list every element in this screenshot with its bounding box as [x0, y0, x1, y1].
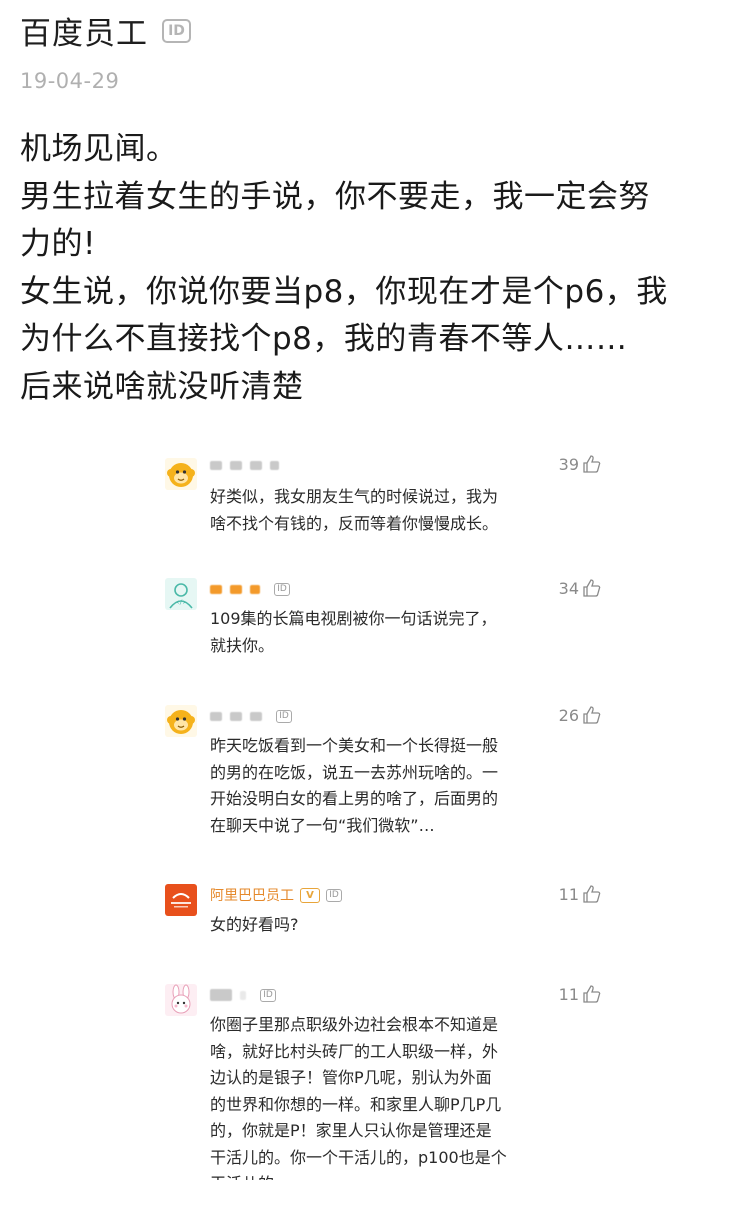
comment-line: 109集的长篇电视剧被你一句话说完了， — [210, 609, 497, 628]
comment-line: 在聊天中说了一句“我们微软”… — [210, 815, 435, 835]
like-button[interactable]: 39 — [559, 454, 602, 474]
post-body: 机场见闻。 男生拉着女生的手说，你不要走，我一定会努 力的! 女生说，你说你要当… — [20, 126, 720, 411]
comment-line: 边认的是银子！管你P几呢，别认为外面 — [210, 1068, 492, 1087]
comment-line: 啥不找个有钱的，反而等着你慢慢成长。 — [210, 513, 499, 533]
svg-text:</>: </> — [176, 599, 187, 606]
post-line: 为什么不直接找个p8，我的青春不等人…… — [20, 321, 628, 357]
like-count: 26 — [558, 705, 579, 725]
id-badge-icon: ID — [260, 988, 276, 1002]
comment-line: 干活儿的 — [210, 1171, 545, 1180]
user-avatar-icon[interactable]: </> — [165, 578, 197, 610]
thumbs-up-icon — [583, 706, 601, 724]
author-row: 百度员工 ID — [20, 8, 191, 53]
comment-username[interactable]: ID — [210, 580, 290, 598]
thumbs-up-icon — [583, 455, 601, 473]
post-line: 机场见闻。 — [20, 131, 178, 167]
comment-text: 昨天吃饭看到一个美女和一个长得挺一般 的男的在吃饭，说五一去苏州玩啥的。一 开始… — [210, 733, 540, 839]
like-button[interactable]: 11 — [559, 984, 602, 1004]
verified-badge-icon: V — [300, 887, 320, 903]
like-count: 39 — [558, 454, 579, 474]
alibaba-avatar-icon[interactable] — [165, 884, 197, 916]
comment-line: 你圈子里那点职级外边社会根本不知道是 — [210, 1015, 499, 1034]
id-badge-icon: ID — [276, 709, 292, 723]
comment-line: 女的好看吗? — [210, 915, 299, 934]
thumbs-up-icon — [583, 985, 601, 1003]
comment-text: 你圈子里那点职级外边社会根本不知道是 啥，就好比村头砖厂的工人职级一样，外 边认… — [210, 1012, 545, 1180]
post-date: 19-04-29 — [20, 69, 120, 93]
comment-line: 的男的在吃饭，说五一去苏州玩啥的。一 — [210, 762, 499, 782]
like-button[interactable]: 34 — [559, 578, 602, 598]
comment-text: 女的好看吗? — [210, 912, 540, 939]
id-badge-icon: ID — [326, 888, 342, 902]
monkey-avatar-icon[interactable] — [165, 705, 197, 737]
comment-line: 干活儿的。你一个干活儿的，p100也是个 — [210, 1147, 507, 1167]
comment-line: 啥，就好比村头砖厂的工人职级一样，外 — [210, 1041, 499, 1061]
comment-line: 的世界和你想的一样。和家里人聊P几P几 — [210, 1094, 502, 1114]
monkey-avatar-icon[interactable] — [165, 458, 197, 490]
comment-username[interactable]: 阿里巴巴员工 V ID — [210, 886, 342, 904]
thumbs-up-icon — [583, 579, 601, 597]
thumbs-up-icon — [583, 885, 601, 903]
post-line: 后来说啥就没听清楚 — [20, 368, 304, 405]
comment-username[interactable]: ID — [210, 707, 292, 725]
comment-username[interactable] — [210, 456, 287, 474]
like-count: 11 — [558, 984, 579, 1004]
comment-line: 好类似，我女朋友生气的时候说过，我为 — [210, 487, 499, 506]
comment-author[interactable]: 阿里巴巴员工 — [210, 885, 294, 905]
comment-line: 就扶你。 — [210, 635, 275, 655]
comment-text: 109集的长篇电视剧被你一句话说完了， 就扶你。 — [210, 606, 540, 659]
comment-line: 开始没明白女的看上男的啥了，后面男的 — [210, 789, 499, 808]
comments-screenshot: 39 好类似，我女朋友生气的时候说过，我为 啥不找个有钱的，反而等着你慢慢成长。… — [158, 450, 608, 1180]
like-count: 34 — [558, 578, 579, 598]
post-line: 女生说，你说你要当p8，你现在才是个p6，我 — [20, 273, 668, 310]
id-badge-icon: ID — [274, 582, 290, 596]
id-badge-icon: ID — [162, 18, 191, 43]
post-line: 男生拉着女生的手说，你不要走，我一定会努 — [20, 178, 650, 215]
author-name[interactable]: 百度员工 — [20, 8, 148, 53]
comment-line: 昨天吃饭看到一个美女和一个长得挺一般 — [210, 736, 499, 755]
comment-text: 好类似，我女朋友生气的时候说过，我为 啥不找个有钱的，反而等着你慢慢成长。 — [210, 484, 540, 537]
comment-line: 的，你就是P！家里人只认你是管理还是 — [210, 1121, 492, 1140]
comment-username[interactable]: ID — [210, 986, 276, 1004]
like-count: 11 — [558, 884, 579, 904]
like-button[interactable]: 26 — [559, 705, 602, 725]
like-button[interactable]: 11 — [559, 884, 602, 904]
post-header: 百度员工 ID 19-04-29 — [20, 8, 191, 93]
rabbit-avatar-icon[interactable] — [165, 984, 197, 1016]
post-line: 力的! — [20, 226, 96, 262]
